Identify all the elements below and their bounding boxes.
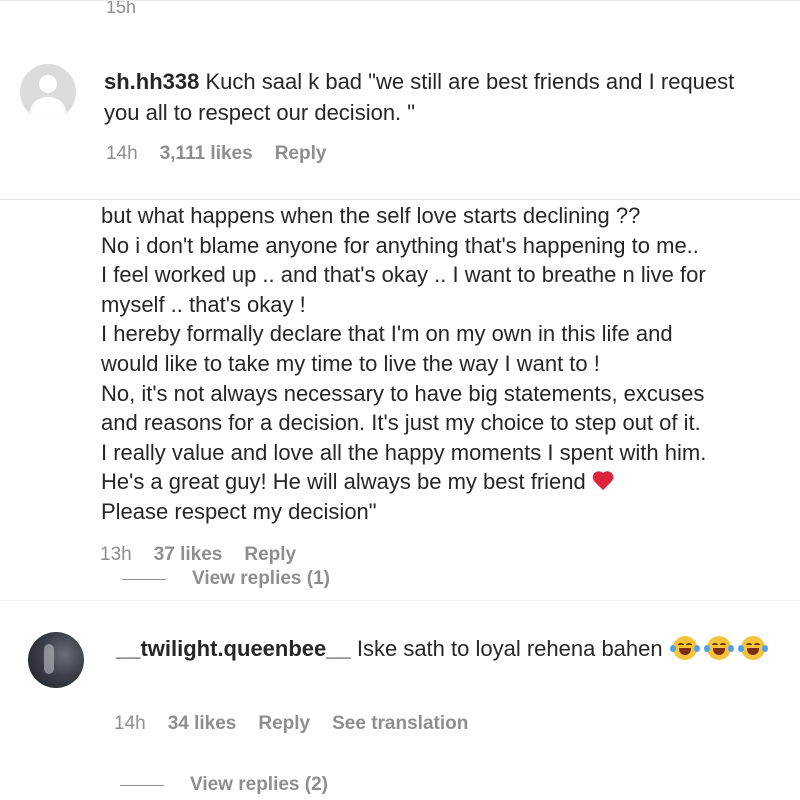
comment-body: Kuch saal k bad "we still are best frien… (104, 69, 735, 125)
view-replies-button[interactable]: View replies (2) (120, 774, 328, 796)
divider-dash (122, 578, 166, 580)
likes-count[interactable]: 3,111 likes (160, 143, 253, 165)
comment-meta: 14h 3,111 likes Reply (106, 143, 326, 165)
tears-of-joy-icon (738, 636, 768, 660)
avatar[interactable] (20, 64, 76, 120)
view-replies-button[interactable]: View replies (1) (122, 566, 330, 592)
comment-line-with-heart: He's a great guy! He will always be my b… (101, 467, 791, 497)
likes-count[interactable]: 37 likes (154, 544, 223, 566)
comment-text: __twilight.queenbee__ Iske sath to loyal… (116, 633, 796, 664)
comment-meta: 13h 37 likes Reply (100, 544, 296, 566)
avatar-figure-shape (44, 644, 54, 674)
see-translation-button[interactable]: See translation (332, 713, 468, 735)
comment-line: would like to take my time to live the w… (101, 350, 600, 376)
comment-line-text: He's a great guy! He will always be my b… (101, 469, 586, 495)
reply-button[interactable]: Reply (275, 143, 327, 165)
comment-line: I hereby formally declare that I'm on my… (101, 321, 673, 347)
comment-username[interactable]: sh.hh338 (104, 69, 199, 94)
divider-dash (120, 784, 164, 786)
view-replies-label: View replies (1) (192, 568, 330, 589)
comment-meta: 14h 34 likes Reply See translation (114, 713, 468, 735)
avatar-body-shape (30, 97, 66, 120)
comment-username[interactable]: __twilight.queenbee__ (116, 636, 351, 661)
comment-time: 13h (100, 544, 132, 565)
tears-of-joy-icon (703, 636, 734, 660)
comment-line: No i don't blame anyone for anything tha… (101, 232, 699, 258)
comment-line: No, it's not always necessary to have bi… (101, 380, 705, 406)
comment-time: 14h (106, 143, 138, 164)
avatar-head-shape (39, 75, 57, 93)
likes-count[interactable]: 34 likes (168, 713, 237, 735)
comment-line: Please respect my decision" (101, 498, 377, 524)
comment-panel-3 (0, 600, 800, 800)
comment-line: and reasons for a decision. It's just my… (101, 410, 701, 436)
tears-of-joy-icon (669, 636, 700, 660)
comment-body: but what happens when the self love star… (101, 201, 791, 527)
avatar[interactable] (28, 632, 84, 688)
reply-button[interactable]: Reply (244, 544, 296, 566)
view-replies-label: View replies (2) (190, 774, 328, 795)
comment-line: myself .. that's okay ! (101, 291, 306, 317)
comment-line: I really value and love all the happy mo… (101, 439, 707, 465)
comment-line: I feel worked up .. and that's okay .. I… (101, 262, 706, 288)
reply-button[interactable]: Reply (258, 713, 310, 735)
timestamp-partial: 15h (106, 0, 137, 17)
comment-time: 14h (114, 713, 146, 734)
red-heart-icon (592, 470, 614, 492)
comment-text: sh.hh338 Kuch saal k bad "we still are b… (104, 66, 764, 128)
comment-body: Iske sath to loyal rehena bahen (356, 636, 663, 661)
comment-line: but what happens when the self love star… (101, 203, 641, 228)
